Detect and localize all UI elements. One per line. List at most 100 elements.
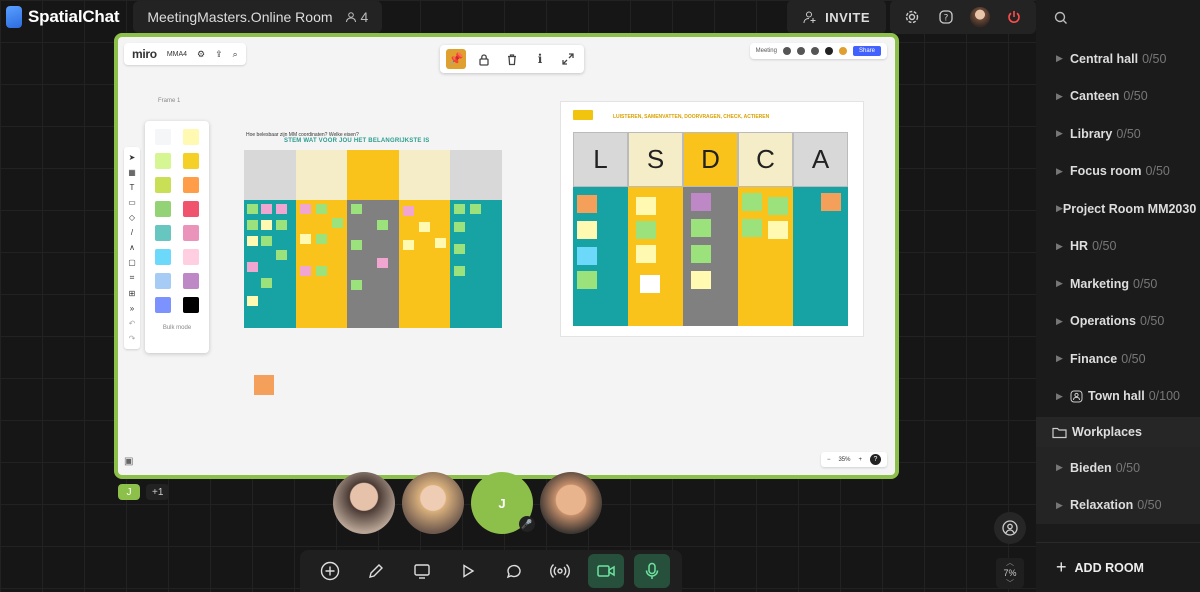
sticky-note[interactable]	[315, 204, 327, 214]
screen-share-button[interactable]	[404, 554, 440, 588]
color-swatch[interactable]	[155, 225, 171, 241]
user-avatar-icon[interactable]	[824, 47, 833, 55]
sticky-note[interactable]	[351, 204, 362, 214]
sticky-note[interactable]	[636, 221, 656, 239]
color-swatch[interactable]	[183, 249, 199, 265]
color-swatch[interactable]	[155, 273, 171, 289]
room-item-finance[interactable]: ▶ Finance 0/50	[1036, 340, 1200, 378]
room-search[interactable]	[1036, 0, 1200, 36]
color-swatch[interactable]	[155, 129, 171, 145]
sticky-note[interactable]	[454, 244, 465, 254]
bulk-mode-label[interactable]: Bulk mode	[153, 325, 201, 331]
sticky-note[interactable]	[454, 222, 465, 232]
add-content-button[interactable]	[312, 554, 348, 588]
help-icon[interactable]: ?	[870, 454, 881, 465]
room-item-town-hall[interactable]: ▶ Town hall 0/100	[1036, 378, 1200, 416]
participant-video[interactable]	[540, 472, 602, 534]
folder-workplaces[interactable]: Workplaces	[1036, 417, 1200, 447]
color-swatch[interactable]	[183, 129, 199, 145]
room-item-project-room[interactable]: ▶ Project Room MM2030	[1036, 190, 1200, 228]
cursor-icon[interactable]	[796, 47, 805, 55]
room-item-bieden[interactable]: ▶ Bieden 0/50	[1036, 449, 1200, 487]
sticky-note[interactable]	[315, 234, 327, 244]
table-icon[interactable]: ▦	[128, 168, 136, 177]
viewer-badge[interactable]: J	[118, 484, 140, 500]
sticky-note-icon[interactable]: ▭	[128, 198, 136, 207]
screen-share[interactable]: miro MMA4 ⚙ ⇪ ⌕ 📌 i Meeting Share ➤ ▦ T …	[114, 33, 899, 479]
sticky-note[interactable]	[402, 240, 414, 250]
meeting-label[interactable]: Meeting	[756, 48, 777, 54]
expand-icon[interactable]	[558, 49, 578, 69]
sticky-note[interactable]	[742, 219, 762, 237]
share-button[interactable]: Share	[852, 46, 881, 56]
sticky-note[interactable]	[691, 271, 711, 289]
search-icon[interactable]: ⌕	[233, 49, 238, 60]
trash-icon[interactable]	[502, 49, 522, 69]
room-item-marketing[interactable]: ▶ Marketing 0/50	[1036, 265, 1200, 303]
lsdca-frame[interactable]: LUISTEREN, SAMENVATTEN, DOORVRAGEN, CHEC…	[560, 101, 864, 337]
sticky-note[interactable]	[434, 238, 446, 248]
sticky-note[interactable]	[742, 193, 762, 211]
color-swatch[interactable]	[183, 273, 199, 289]
sticky-note[interactable]	[377, 220, 388, 230]
sticky-note[interactable]	[276, 250, 287, 260]
sticky-note[interactable]	[821, 193, 841, 211]
sticky-note[interactable]	[247, 262, 258, 272]
undo-icon[interactable]: ↶	[129, 319, 136, 328]
room-title-pill[interactable]: MeetingMasters.Online Room 4	[133, 1, 383, 33]
sticky-note[interactable]	[261, 220, 272, 230]
voting-frame[interactable]: Hoe belesbaar zijn MM coordinaten? Welke…	[244, 132, 502, 328]
sticky-note[interactable]	[315, 266, 327, 276]
sticky-note[interactable]	[299, 266, 311, 276]
color-swatch[interactable]	[155, 249, 171, 265]
sticky-note[interactable]	[691, 245, 711, 263]
microphone-button[interactable]	[634, 554, 670, 588]
people-button[interactable]	[994, 512, 1026, 544]
sticky-note[interactable]	[577, 221, 597, 239]
color-swatch[interactable]	[155, 297, 171, 313]
sticky-note[interactable]	[768, 197, 788, 215]
board-name[interactable]: MMA4	[167, 51, 187, 58]
add-room-button[interactable]: + ADD ROOM	[1036, 542, 1200, 592]
space-zoom-control[interactable]: ︿ 7% ﹀	[996, 558, 1024, 588]
invite-button[interactable]: INVITE	[787, 0, 886, 34]
sticky-note[interactable]	[351, 280, 362, 290]
more-viewers-badge[interactable]: +1	[146, 484, 170, 500]
lock-icon[interactable]	[474, 49, 494, 69]
settings-gear-icon[interactable]: ⚙	[197, 49, 205, 60]
participant-avatar[interactable]: J 🎤	[471, 472, 535, 534]
sticky-note[interactable]	[351, 240, 362, 250]
sticky-note[interactable]	[418, 222, 430, 232]
sticky-note[interactable]	[299, 204, 311, 214]
sticky-note[interactable]	[577, 195, 597, 213]
color-swatch[interactable]	[183, 153, 199, 169]
timer-icon[interactable]	[782, 47, 791, 55]
marker-icon[interactable]: ∧	[129, 243, 135, 252]
settings-gear-icon[interactable]	[902, 7, 922, 27]
room-item-central-hall[interactable]: ▶ Central hall 0/50	[1036, 40, 1200, 78]
room-item-relaxation[interactable]: ▶ Relaxation 0/50	[1036, 487, 1200, 525]
sticky-note[interactable]	[261, 204, 272, 214]
sticky-note[interactable]	[640, 275, 660, 293]
sticky-note[interactable]	[331, 218, 343, 228]
app-logo[interactable]: SpatialChat	[0, 0, 133, 34]
sticky-note[interactable]	[276, 204, 287, 214]
frame-icon[interactable]: ⌗	[130, 273, 135, 283]
sticky-note[interactable]	[691, 193, 711, 211]
sticky-note[interactable]	[299, 234, 311, 244]
play-media-button[interactable]	[450, 554, 486, 588]
user-avatar[interactable]	[970, 7, 990, 27]
color-swatch[interactable]	[183, 297, 199, 313]
text-icon[interactable]: T	[130, 183, 135, 192]
participant-video[interactable]	[402, 472, 464, 534]
chevron-up-icon[interactable]: ︿	[1006, 557, 1014, 568]
color-swatch[interactable]	[183, 201, 199, 217]
pen-icon[interactable]: /	[131, 228, 133, 237]
select-cursor-icon[interactable]: ➤	[129, 153, 136, 162]
sticky-note[interactable]	[261, 236, 272, 246]
room-item-operations[interactable]: ▶ Operations 0/50	[1036, 303, 1200, 341]
color-swatch[interactable]	[183, 177, 199, 193]
sticky-note[interactable]	[577, 271, 597, 289]
info-icon[interactable]: i	[530, 49, 550, 69]
sticky-note[interactable]	[247, 236, 258, 246]
